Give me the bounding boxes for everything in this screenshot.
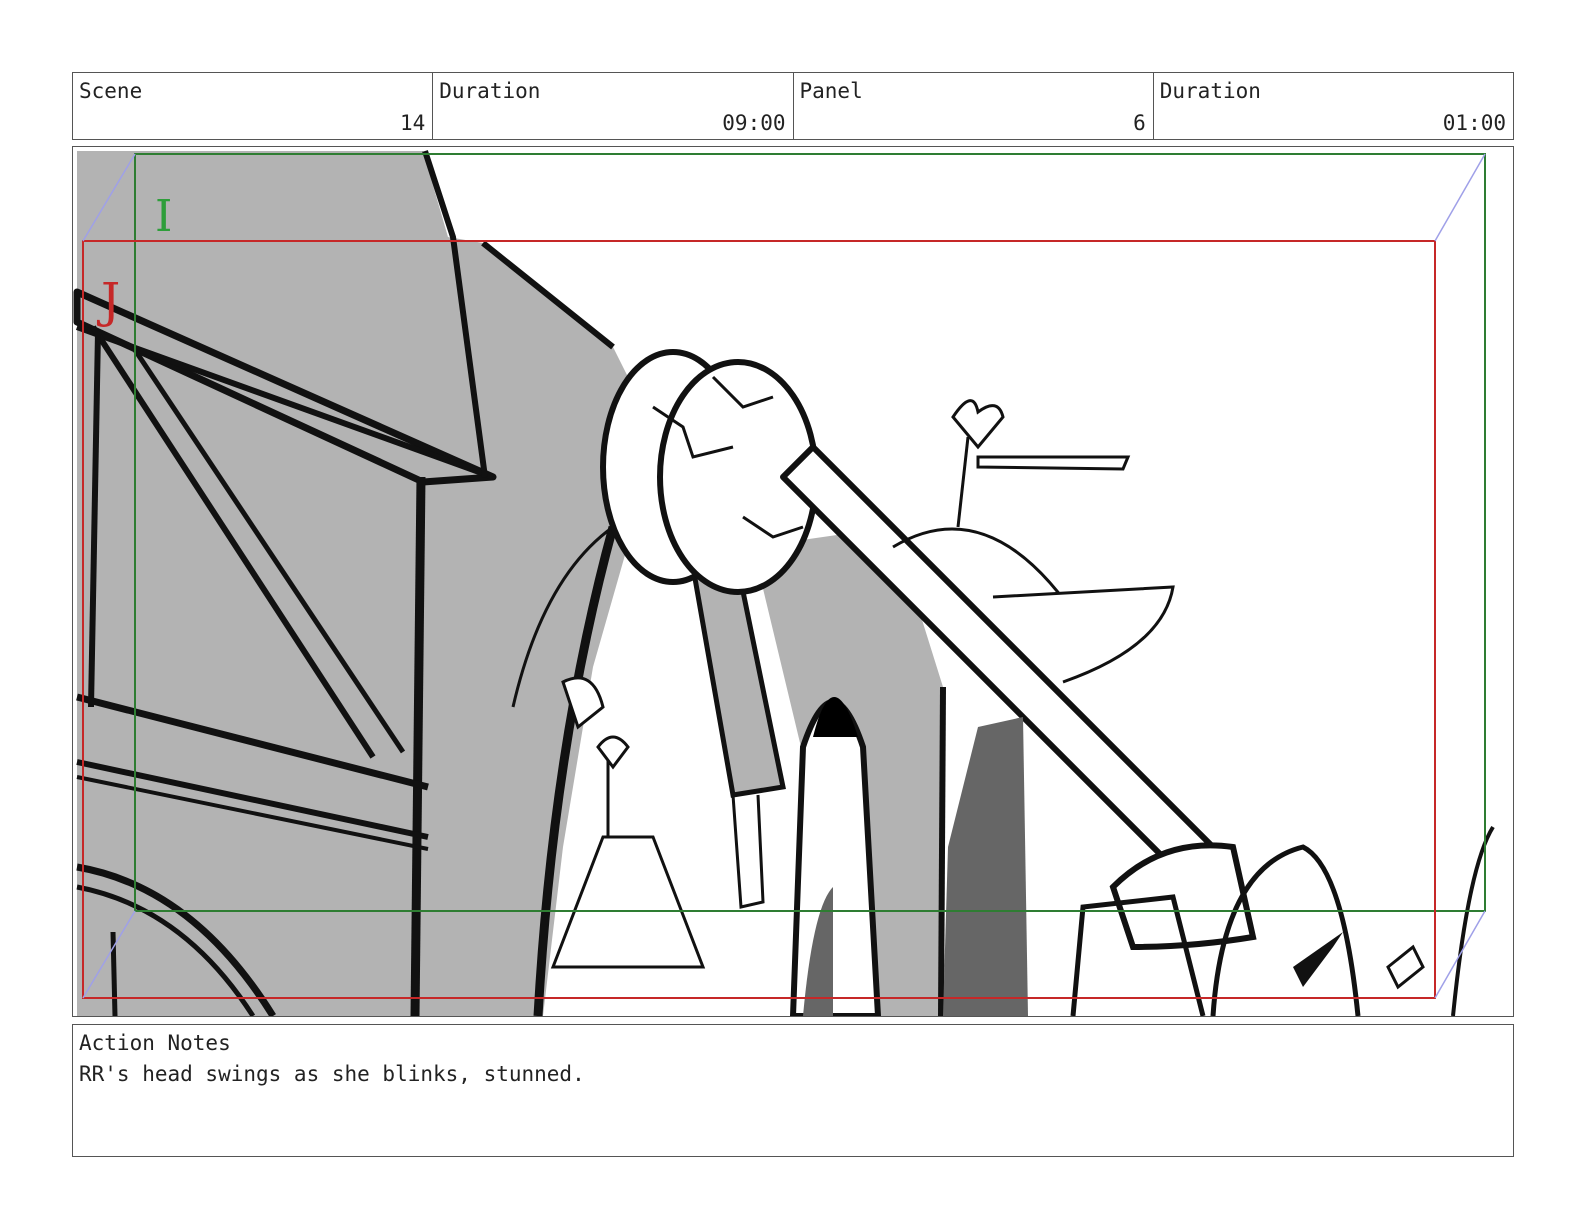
scene-duration-label: Duration [439,79,541,103]
scene-duration-value: 09:00 [722,111,786,135]
scene-value: 14 [399,111,426,135]
scene-label: Scene [79,79,143,103]
panel-value: 6 [1133,111,1146,135]
safe-marker-green: I [155,191,172,242]
action-notes-text: RR's head swings as she blinks, stunned. [79,1062,585,1086]
action-notes-title: Action Notes [79,1031,231,1055]
action-notes-box: Action Notes RR's head swings as she bli… [72,1024,1514,1157]
scene-duration-cell: Duration 09:00 [433,73,794,139]
header-table: Scene 14 Duration 09:00 Panel 6 Duration… [72,72,1514,140]
panel-cell: Panel 6 [794,73,1154,139]
panel-label: Panel [799,79,863,103]
panel-duration-cell: Duration 01:00 [1154,73,1513,139]
scene-cell: Scene 14 [73,73,434,139]
storyboard-sketch: I J [73,150,1495,1016]
panel-duration-value: 01:00 [1442,111,1506,135]
storyboard-panel: I J [72,146,1514,1017]
panel-duration-label: Duration [1159,79,1261,103]
